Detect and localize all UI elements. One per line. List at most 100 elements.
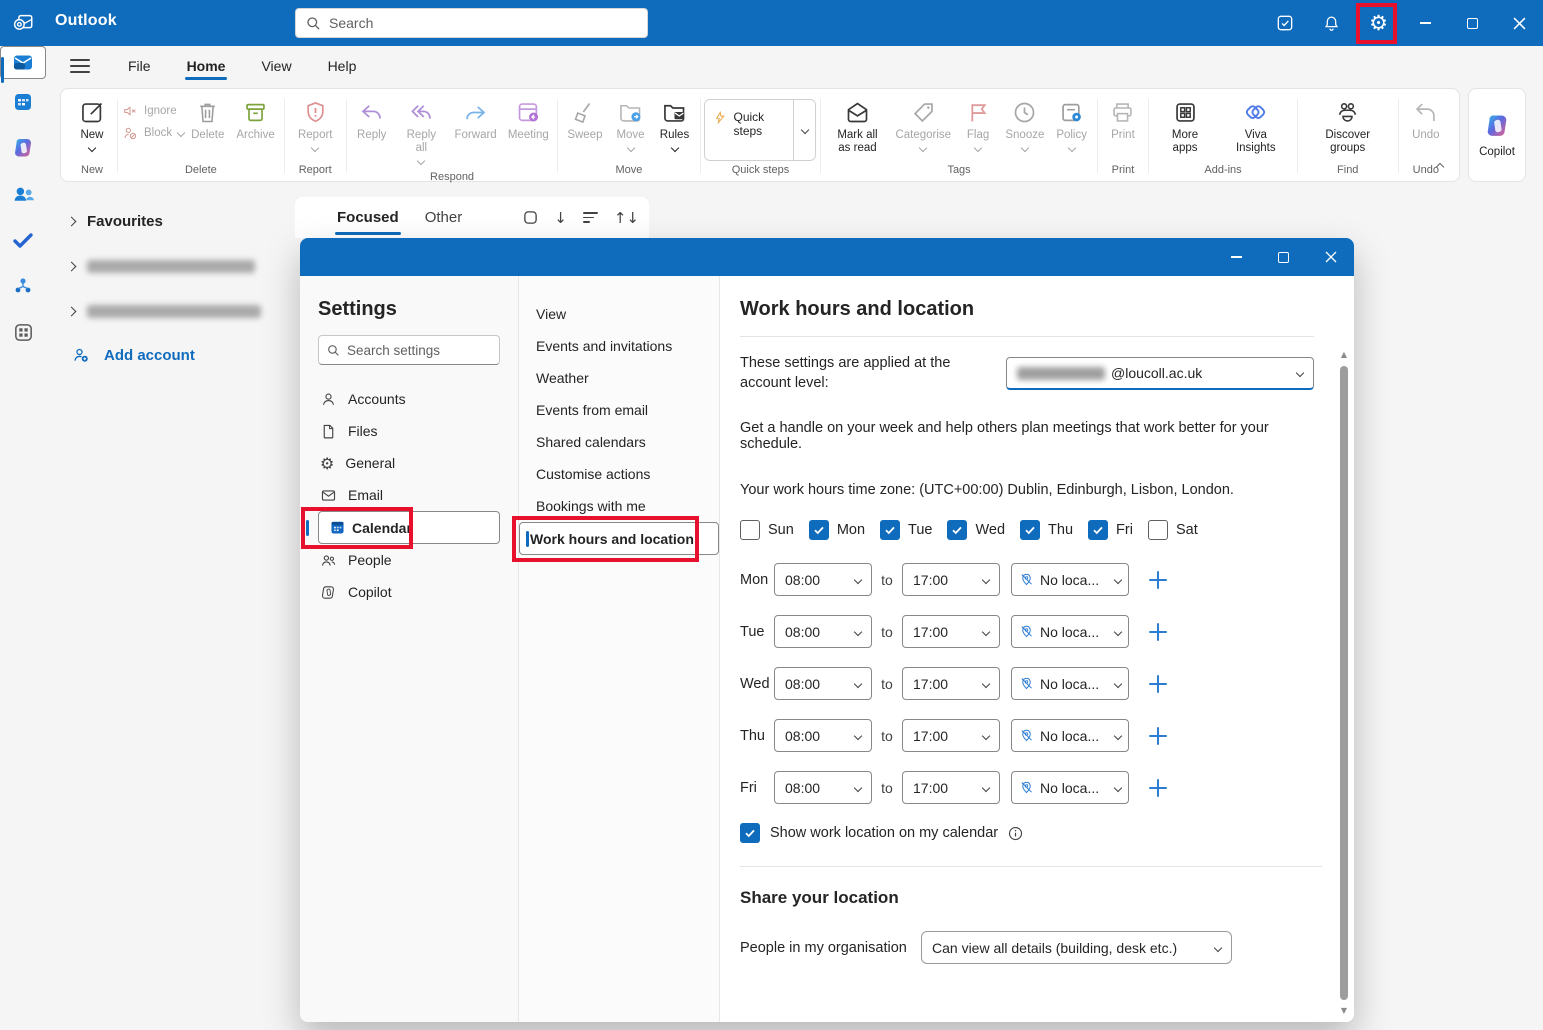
day-checkbox-fri[interactable]: Fri [1088, 520, 1133, 540]
scrollbar-thumb[interactable] [1340, 366, 1348, 1000]
tab-view[interactable]: View [247, 50, 305, 82]
end-time-dropdown[interactable]: 17:00 [902, 719, 1000, 752]
delete-button[interactable]: Delete [186, 95, 229, 146]
settings-gear-button[interactable]: ⚙ [1355, 0, 1402, 46]
day-checkbox-tue[interactable]: Tue [880, 520, 932, 540]
notifications-button[interactable] [1308, 0, 1355, 46]
end-time-dropdown[interactable]: 17:00 [902, 563, 1000, 596]
search-bar[interactable] [295, 8, 648, 38]
settings-nav-people[interactable]: People [318, 544, 500, 576]
end-time-dropdown[interactable]: 17:00 [902, 771, 1000, 804]
reply-all-button[interactable]: Reply all [395, 95, 448, 168]
rail-more-apps-button[interactable] [0, 309, 46, 355]
subnav-events-invitations[interactable]: Events and invitations [519, 330, 719, 362]
settings-nav-email[interactable]: Email [318, 479, 500, 511]
sort-icon[interactable]: ↑↓ [614, 209, 639, 227]
settings-search-box[interactable] [318, 335, 500, 365]
move-down-icon[interactable]: ↓ [554, 209, 567, 227]
location-dropdown[interactable]: No loca... [1011, 563, 1129, 596]
more-apps-button[interactable]: More apps [1153, 95, 1217, 159]
rail-people-button[interactable] [0, 171, 46, 217]
dialog-minimize-button[interactable] [1213, 238, 1260, 276]
settings-nav-copilot[interactable]: Copilot [318, 576, 500, 608]
rules-button[interactable]: Rules [654, 95, 696, 155]
favourites-section[interactable]: Favourites [46, 203, 295, 239]
discover-groups-button[interactable]: Discover groups [1302, 95, 1394, 159]
settings-nav-calendar[interactable]: Calendar [318, 511, 500, 544]
day-checkbox-thu[interactable]: Thu [1020, 520, 1073, 540]
subnav-weather[interactable]: Weather [519, 362, 719, 394]
notes-button[interactable] [1261, 0, 1308, 46]
forward-button[interactable]: Forward [450, 95, 501, 146]
new-mail-button[interactable]: New [71, 95, 113, 155]
select-messages-icon[interactable] [523, 210, 538, 225]
day-checkbox-wed[interactable]: Wed [947, 520, 1005, 540]
add-time-slot-button[interactable] [1148, 622, 1168, 642]
tab-help[interactable]: Help [314, 50, 371, 82]
end-time-dropdown[interactable]: 17:00 [902, 667, 1000, 700]
location-dropdown[interactable]: No loca... [1011, 771, 1129, 804]
rail-calendar-button[interactable] [0, 79, 46, 125]
settings-nav-files[interactable]: Files [318, 415, 500, 447]
window-close-button[interactable] [1496, 0, 1543, 46]
dialog-maximize-button[interactable] [1260, 238, 1307, 276]
start-time-dropdown[interactable]: 08:00 [774, 615, 872, 648]
hamburger-menu-button[interactable] [70, 59, 90, 73]
quick-steps-expand-button[interactable] [793, 100, 815, 160]
location-dropdown[interactable]: No loca... [1011, 719, 1129, 752]
policy-button[interactable]: Policy [1051, 95, 1093, 155]
account-folder-2[interactable] [46, 293, 295, 329]
day-checkbox-sun[interactable]: Sun [740, 520, 794, 540]
search-input[interactable] [329, 15, 637, 31]
day-checkbox-sat[interactable]: Sat [1148, 520, 1198, 540]
account-folder-1[interactable] [46, 248, 295, 284]
rail-copilot-button[interactable] [0, 125, 46, 171]
reply-button[interactable]: Reply [351, 95, 393, 146]
add-account-button[interactable]: Add account [46, 337, 295, 373]
settings-nav-accounts[interactable]: Accounts [318, 383, 500, 415]
show-work-location-row[interactable]: Show work location on my calendar [740, 823, 1314, 843]
snooze-button[interactable]: Snooze [1001, 95, 1049, 155]
filter-icon[interactable] [583, 212, 598, 223]
share-permission-dropdown[interactable]: Can view all details (building, desk etc… [921, 931, 1232, 964]
location-dropdown[interactable]: No loca... [1011, 667, 1129, 700]
meeting-button[interactable]: Meeting [503, 95, 553, 146]
flag-button[interactable]: Flag [957, 95, 999, 155]
move-button[interactable]: Move [610, 95, 652, 155]
rail-groups-button[interactable] [0, 263, 46, 309]
start-time-dropdown[interactable]: 08:00 [774, 667, 872, 700]
ribbon-collapse-button[interactable] [1437, 157, 1443, 173]
settings-nav-general[interactable]: ⚙ General [318, 447, 500, 479]
subnav-events-from-email[interactable]: Events from email [519, 394, 719, 426]
start-time-dropdown[interactable]: 08:00 [774, 719, 872, 752]
window-maximize-button[interactable] [1449, 0, 1496, 46]
copilot-ribbon-button[interactable]: Copilot [1468, 88, 1526, 182]
report-button[interactable]: Report [293, 95, 338, 155]
subnav-customise-actions[interactable]: Customise actions [519, 458, 719, 490]
rail-mail-button[interactable] [0, 46, 46, 79]
add-time-slot-button[interactable] [1148, 726, 1168, 746]
start-time-dropdown[interactable]: 08:00 [774, 563, 872, 596]
account-dropdown[interactable]: @loucoll.ac.uk [1006, 357, 1314, 390]
viva-insights-button[interactable]: Viva Insights [1219, 95, 1293, 159]
print-button[interactable]: Print [1102, 95, 1144, 146]
tab-file[interactable]: File [114, 50, 165, 82]
undo-button[interactable]: Undo [1405, 95, 1447, 146]
subnav-view[interactable]: View [519, 298, 719, 330]
scrollbar[interactable]: ▲ ▼ [1339, 350, 1349, 1016]
subnav-shared-calendars[interactable]: Shared calendars [519, 426, 719, 458]
subnav-work-hours-location[interactable]: Work hours and location [519, 522, 719, 555]
start-time-dropdown[interactable]: 08:00 [774, 771, 872, 804]
location-dropdown[interactable]: No loca... [1011, 615, 1129, 648]
sweep-button[interactable]: Sweep [562, 95, 607, 146]
dialog-close-button[interactable] [1307, 238, 1354, 276]
quick-steps-box[interactable]: Quick steps [704, 99, 816, 161]
window-minimize-button[interactable] [1402, 0, 1449, 46]
mark-all-read-button[interactable]: Mark all as read [825, 95, 889, 159]
end-time-dropdown[interactable]: 17:00 [902, 615, 1000, 648]
outlook-logo-icon[interactable] [12, 12, 35, 34]
settings-search-input[interactable] [347, 343, 491, 358]
add-time-slot-button[interactable] [1148, 570, 1168, 590]
tab-focused[interactable]: Focused [337, 209, 399, 226]
rail-todo-button[interactable] [0, 217, 46, 263]
